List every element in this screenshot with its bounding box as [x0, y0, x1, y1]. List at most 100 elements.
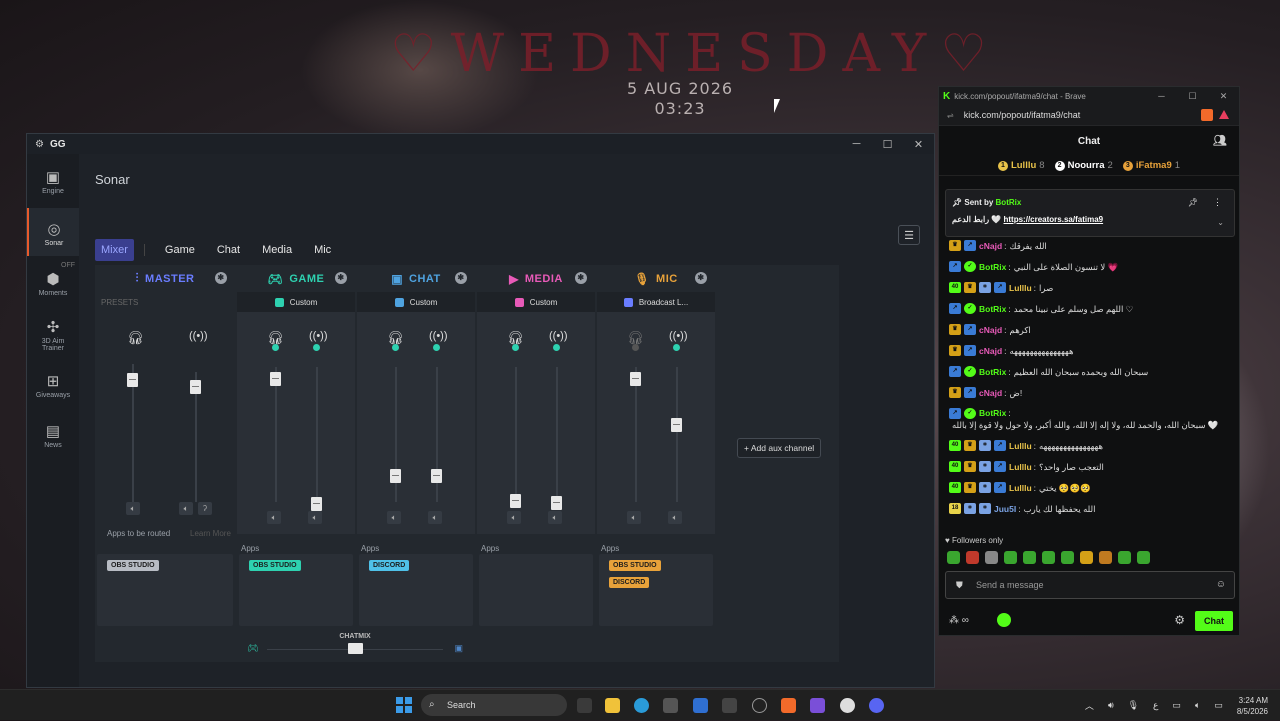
- file-explorer-icon[interactable]: [605, 698, 620, 713]
- kick-points-icon[interactable]: [997, 613, 1011, 627]
- taskbar-clock[interactable]: 3:24 AM 8/5/2026: [1237, 695, 1268, 717]
- chat-username[interactable]: Lulllu: [1009, 482, 1032, 494]
- chat-username[interactable]: Lulllu: [1009, 461, 1032, 473]
- chat-username[interactable]: cNajd: [979, 240, 1002, 252]
- volume-slider-knob[interactable]: [510, 494, 521, 508]
- sidebar-item-giveaways[interactable]: ⊞ Giveaways: [27, 372, 79, 399]
- preset-selector[interactable]: Broadcast L...: [597, 292, 715, 312]
- address-bar[interactable]: ⇌ kick.com/popout/ifatma9/chat: [939, 105, 1239, 126]
- minimize-icon[interactable]: ─: [841, 134, 872, 154]
- windows-start-icon[interactable]: [396, 697, 412, 713]
- volume-slider-knob[interactable]: [127, 373, 138, 387]
- volume-slider-knob[interactable]: [431, 469, 442, 483]
- brave-icon[interactable]: [781, 698, 796, 713]
- brave-shields-icon[interactable]: [1201, 109, 1213, 121]
- speaker-icon[interactable]: 🔈︎: [267, 511, 281, 524]
- site-settings-icon[interactable]: ⇌: [947, 111, 954, 120]
- sidebar-item-news[interactable]: ▤ News: [27, 422, 79, 449]
- chat-username[interactable]: BotRix: [979, 366, 1006, 378]
- pinned-link[interactable]: https://creators.sa/fatima9: [1004, 215, 1104, 224]
- app-chip-discord[interactable]: DISCORD: [369, 560, 410, 571]
- app-icon[interactable]: [722, 698, 737, 713]
- emote-icon[interactable]: [1080, 551, 1093, 564]
- steam-icon[interactable]: [752, 698, 767, 713]
- gear-icon[interactable]: ✱: [575, 272, 587, 284]
- learn-more-link[interactable]: Learn More: [190, 529, 231, 539]
- sidebar-item-moments[interactable]: OFF ⬢ Moments: [27, 262, 79, 297]
- preset-selector[interactable]: Custom: [357, 292, 475, 312]
- close-icon[interactable]: ✕: [1208, 87, 1239, 105]
- steelseries-gg-icon[interactable]: [840, 698, 855, 713]
- chat-username[interactable]: cNajd: [979, 387, 1002, 399]
- gear-icon[interactable]: ⚙: [1174, 613, 1185, 627]
- volume-slider-knob[interactable]: [551, 496, 562, 510]
- volume-slider-knob[interactable]: [270, 372, 281, 386]
- outlook-icon[interactable]: [693, 698, 708, 713]
- gift-subs-icon[interactable]: ⁂ ∞: [949, 615, 969, 626]
- chatmix-thumb[interactable]: [348, 643, 363, 654]
- chat-username[interactable]: Lulllu: [1009, 440, 1032, 452]
- store-icon[interactable]: [663, 698, 678, 713]
- taskbar-search[interactable]: ⌕ Search: [421, 694, 567, 716]
- speaker-icon[interactable]: 🔈︎: [627, 511, 641, 524]
- sidebar-item-engine[interactable]: ▣ Engine: [27, 168, 79, 195]
- chevron-up-icon[interactable]: ︿: [1085, 699, 1094, 712]
- more-options-icon[interactable]: ⋮: [1213, 197, 1222, 208]
- ear-icon[interactable]: ʔ: [198, 502, 212, 515]
- emote-icon[interactable]: [1042, 551, 1055, 564]
- leader-item[interactable]: 2 Noourra 2: [1054, 160, 1113, 171]
- volume-icon[interactable]: 🔊︎: [1108, 700, 1114, 711]
- users-icon[interactable]: 👥︎: [1213, 134, 1227, 147]
- microphone-icon[interactable]: 🎙︎: [1128, 700, 1139, 711]
- discord-icon[interactable]: [869, 698, 884, 713]
- emote-icon[interactable]: [1004, 551, 1017, 564]
- volume-slider-knob[interactable]: [630, 372, 641, 386]
- volume-slider-knob[interactable]: [190, 380, 201, 394]
- speaker-icon[interactable]: 🔈︎: [308, 511, 322, 524]
- preset-selector[interactable]: Custom: [477, 292, 595, 312]
- edge-icon[interactable]: [634, 698, 649, 713]
- leader-item[interactable]: 3 iFatma9 1: [1122, 160, 1180, 171]
- close-icon[interactable]: ✕: [903, 134, 934, 154]
- preset-selector[interactable]: Custom: [237, 292, 355, 312]
- message-input[interactable]: ⛊ Send a message ☺: [945, 571, 1235, 599]
- add-aux-channel-button[interactable]: + Add aux channel: [737, 438, 822, 458]
- battery-icon[interactable]: ▭: [1214, 700, 1223, 711]
- maximize-icon[interactable]: ☐: [872, 134, 903, 154]
- tab-game[interactable]: Game: [165, 244, 195, 256]
- leader-item[interactable]: 1 Lulllu 8: [997, 160, 1045, 171]
- app-chip-obs[interactable]: OBS STUDIO: [107, 560, 159, 571]
- network-icon[interactable]: ▭: [1172, 700, 1181, 711]
- emote-icon[interactable]: [1099, 551, 1112, 564]
- emote-icon[interactable]: [1118, 551, 1131, 564]
- gear-icon[interactable]: ✱: [455, 272, 467, 284]
- tab-mic[interactable]: Mic: [314, 244, 331, 256]
- speaker-icon[interactable]: 🔈︎: [1195, 700, 1200, 711]
- unpin-icon[interactable]: 📌︎: [1188, 198, 1198, 207]
- gear-icon[interactable]: ✱: [695, 272, 707, 284]
- speaker-icon[interactable]: 🔈︎: [428, 511, 442, 524]
- speaker-icon[interactable]: 🔈︎: [507, 511, 521, 524]
- speaker-icon[interactable]: 🔈︎: [179, 502, 193, 515]
- emote-icon[interactable]: [1137, 551, 1150, 564]
- language-indicator[interactable]: ع: [1153, 700, 1158, 711]
- gear-icon[interactable]: ✱: [335, 272, 347, 284]
- chat-username[interactable]: Lulllu: [1009, 282, 1032, 294]
- chat-username[interactable]: BotRix: [979, 261, 1006, 273]
- chat-username[interactable]: Juu5I: [994, 503, 1016, 515]
- chat-username[interactable]: BotRix: [979, 407, 1006, 419]
- tab-mixer[interactable]: Mixer: [95, 239, 134, 261]
- volume-slider-knob[interactable]: [390, 469, 401, 483]
- speaker-icon[interactable]: 🔈︎: [548, 511, 562, 524]
- emote-icon[interactable]: [1061, 551, 1074, 564]
- volume-slider-knob[interactable]: [311, 497, 322, 511]
- brave-rewards-icon[interactable]: [1219, 110, 1229, 119]
- chat-username[interactable]: cNajd: [979, 324, 1002, 336]
- tab-media[interactable]: Media: [262, 244, 292, 256]
- pinned-author[interactable]: BotRix: [996, 198, 1022, 207]
- speaker-icon[interactable]: 🔈︎: [126, 502, 140, 515]
- chevron-down-icon[interactable]: ⌄: [1217, 218, 1224, 227]
- emoji-icon[interactable]: ☺: [1216, 579, 1226, 590]
- send-chat-button[interactable]: Chat: [1195, 611, 1233, 631]
- app-icon[interactable]: [810, 698, 825, 713]
